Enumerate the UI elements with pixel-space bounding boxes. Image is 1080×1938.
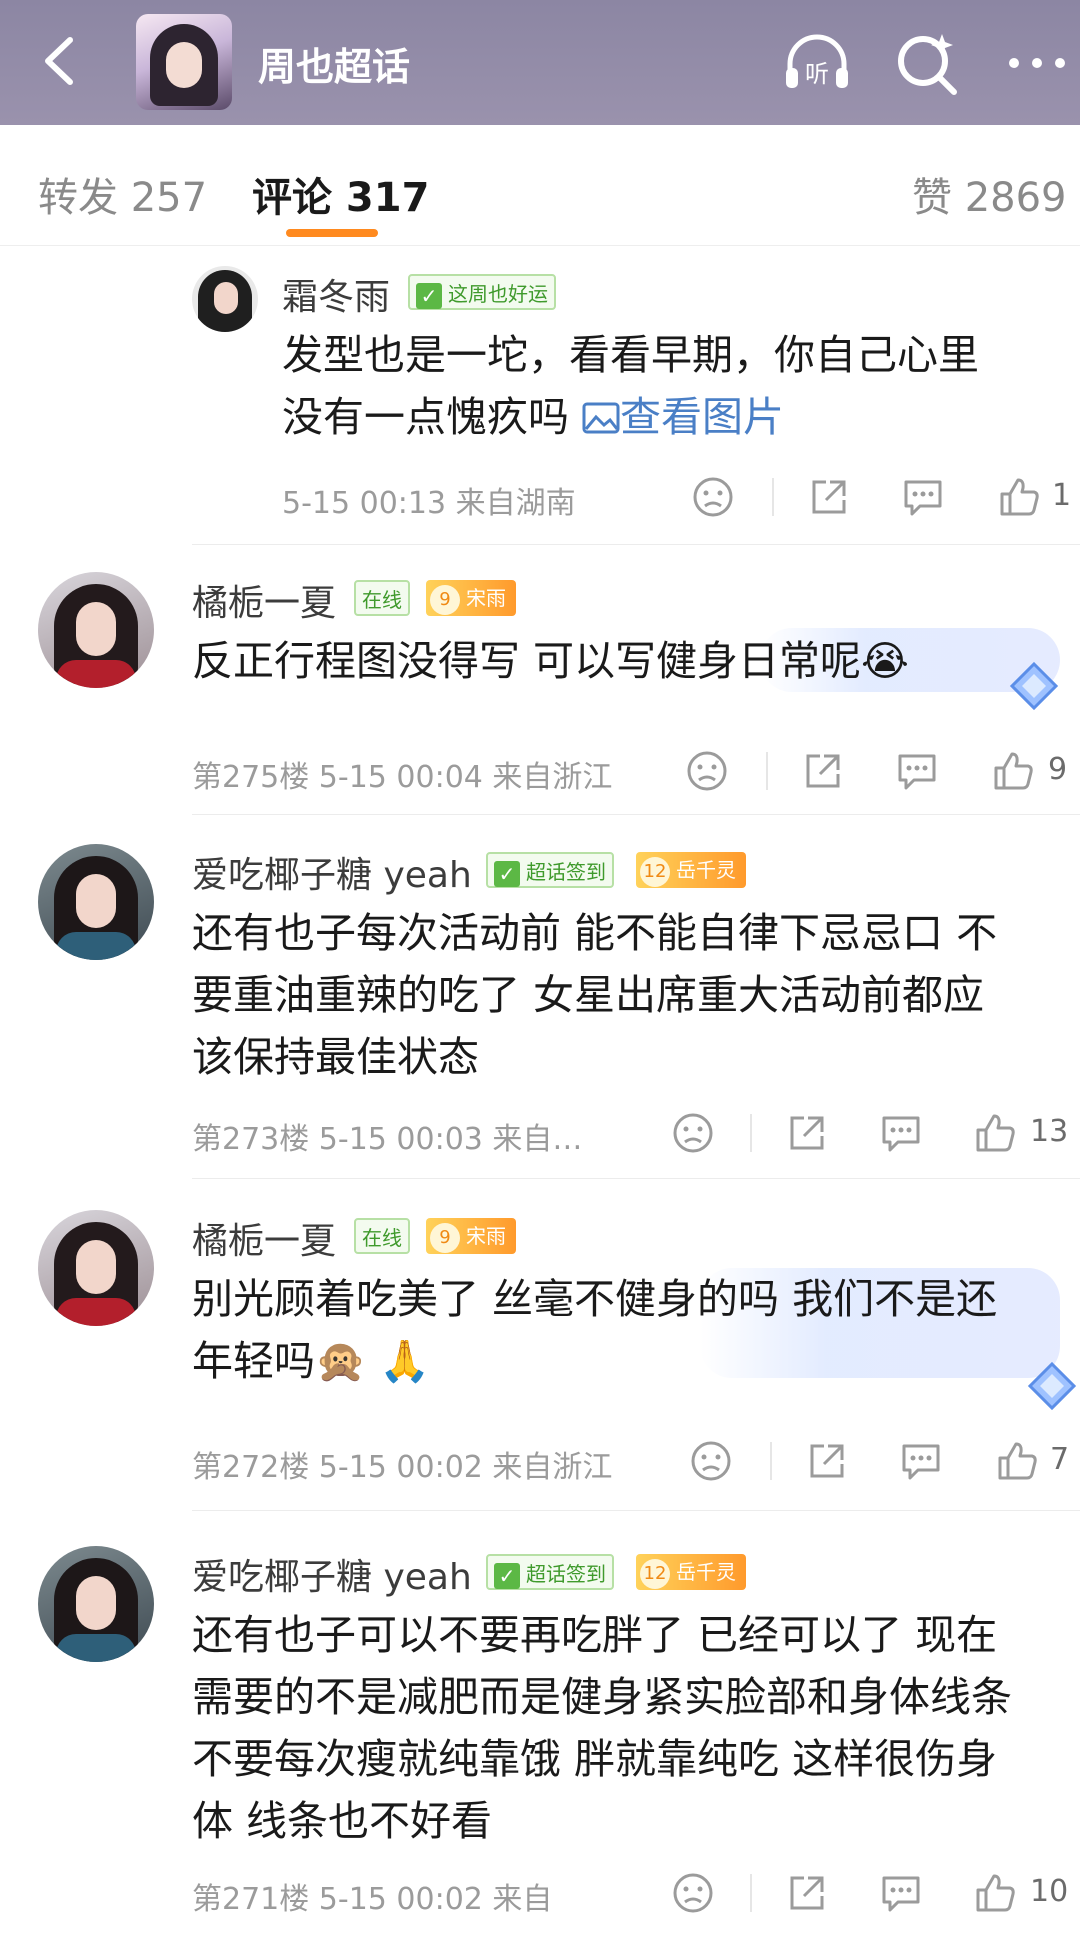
tab-likes[interactable]: 赞 2869: [912, 165, 1067, 223]
tab-active-indicator: [286, 229, 378, 237]
avatar[interactable]: [192, 266, 258, 332]
comment-meta: 第275楼 5-15 00:04 来自浙江: [192, 760, 613, 795]
fan-level-badge[interactable]: 12 岳千灵: [636, 1554, 746, 1590]
view-image-link[interactable]: 查看图片: [582, 393, 784, 441]
checkin-badge[interactable]: ✓ 超话签到: [486, 852, 614, 888]
divider: [192, 1510, 1080, 1511]
comment-meta: 第272楼 5-15 00:02 来自浙江: [192, 1450, 613, 1485]
avatar[interactable]: [38, 572, 154, 688]
comment-author[interactable]: 橘栀一夏: [192, 1212, 336, 1264]
dislike-icon[interactable]: [670, 1110, 716, 1156]
comment-meta: 第271楼 5-15 00:02 来自: [192, 1882, 553, 1917]
avatar[interactable]: [38, 1546, 154, 1662]
dislike-icon[interactable]: [684, 748, 730, 794]
user-badge[interactable]: ✓ 这周也好运: [408, 274, 556, 310]
online-badge[interactable]: 在线: [354, 1218, 410, 1254]
diamond-icon: [1009, 661, 1059, 711]
comment-text: 发型也是一坨，看看早期，你自己心里: [282, 331, 979, 379]
more-icon[interactable]: [1000, 26, 1074, 100]
divider: [192, 814, 1080, 815]
comment-text: 没有一点愧疚吗 查看图片: [282, 393, 785, 441]
share-icon[interactable]: [784, 1110, 830, 1156]
reply-icon[interactable]: [894, 748, 940, 794]
avatar[interactable]: [38, 1210, 154, 1326]
listen-icon[interactable]: 听: [780, 26, 854, 100]
back-icon[interactable]: [28, 26, 98, 96]
check-icon: ✓: [494, 1562, 520, 1589]
separator: [750, 1874, 752, 1912]
reply-icon[interactable]: [878, 1110, 924, 1156]
comment-meta: 第273楼 5-15 00:03 来自…: [192, 1122, 583, 1157]
dislike-icon[interactable]: [690, 474, 736, 520]
tab-comments[interactable]: 评论 317: [252, 165, 429, 223]
share-icon[interactable]: [806, 474, 852, 520]
comment-text: 年轻吗🙊 🙏: [192, 1337, 431, 1385]
comment-author[interactable]: 爱吃椰子糖 yeah: [192, 846, 472, 898]
reply-icon[interactable]: [898, 1438, 944, 1484]
separator: [770, 1442, 772, 1480]
page-title[interactable]: 周也超话: [258, 36, 410, 91]
comment-text: 体 线条也不好看: [192, 1797, 493, 1845]
separator: [750, 1114, 752, 1152]
like-icon[interactable]: [990, 748, 1036, 794]
comment-text: 还有也子可以不要再吃胖了 已经可以了 现在: [192, 1611, 998, 1659]
topic-avatar[interactable]: [136, 14, 232, 110]
check-icon: ✓: [494, 860, 520, 887]
tab-repost[interactable]: 转发 257: [38, 165, 207, 223]
like-count: 1: [1052, 478, 1072, 513]
like-count: 13: [1030, 1114, 1069, 1149]
fan-level-badge[interactable]: 12 岳千灵: [636, 852, 746, 888]
online-badge[interactable]: 在线: [354, 580, 410, 616]
image-icon: [582, 402, 620, 434]
reply-icon[interactable]: [900, 474, 946, 520]
checkin-badge[interactable]: ✓ 超话签到: [486, 1554, 614, 1590]
diamond-icon: [1027, 1361, 1077, 1411]
comment-meta: 5-15 00:13 来自湖南: [282, 486, 576, 521]
comment-text: 该保持最佳状态: [192, 1033, 479, 1081]
share-icon[interactable]: [784, 1870, 830, 1916]
comment-text: 反正行程图没得写 可以写健身日常呢😭: [192, 637, 909, 685]
tab-bar: 转发 257 评论 317 赞 2869: [0, 125, 1080, 246]
fan-level-badge[interactable]: 9 宋雨: [426, 580, 516, 616]
fan-level-badge[interactable]: 9 宋雨: [426, 1218, 516, 1254]
like-count: 7: [1050, 1442, 1070, 1477]
like-icon[interactable]: [996, 474, 1042, 520]
dislike-icon[interactable]: [670, 1870, 716, 1916]
like-count: 9: [1048, 752, 1068, 787]
like-icon[interactable]: [994, 1438, 1040, 1484]
separator: [772, 478, 774, 516]
dislike-icon[interactable]: [688, 1438, 734, 1484]
comment-author[interactable]: 霜冬雨: [282, 268, 390, 320]
comment-text: 要重油重辣的吃了 女星出席重大活动前都应: [192, 971, 985, 1019]
svg-text:听: 听: [805, 60, 829, 88]
share-icon[interactable]: [804, 1438, 850, 1484]
comment-text: 还有也子每次活动前 能不能自律下忌忌口 不: [192, 909, 998, 957]
comment-text: 需要的不是减肥而是健身紧实脸部和身体线条: [192, 1673, 1012, 1721]
comment-text: 别光顾着吃美了 丝毫不健身的吗 我们不是还: [192, 1275, 998, 1323]
avatar[interactable]: [38, 844, 154, 960]
divider: [192, 544, 1080, 545]
comment-author[interactable]: 爱吃椰子糖 yeah: [192, 1548, 472, 1600]
comment-text: 不要每次瘦就纯靠饿 胖就靠纯吃 这样很伤身: [192, 1735, 998, 1783]
reply-icon[interactable]: [878, 1870, 924, 1916]
top-bar: 周也超话 听: [0, 0, 1080, 125]
check-icon: ✓: [416, 282, 442, 309]
share-icon[interactable]: [800, 748, 846, 794]
separator: [766, 752, 768, 790]
comment-author[interactable]: 橘栀一夏: [192, 574, 336, 626]
like-icon[interactable]: [972, 1870, 1018, 1916]
divider: [192, 1178, 1080, 1179]
search-icon[interactable]: [890, 26, 964, 100]
like-count: 10: [1030, 1874, 1069, 1909]
like-icon[interactable]: [972, 1110, 1018, 1156]
